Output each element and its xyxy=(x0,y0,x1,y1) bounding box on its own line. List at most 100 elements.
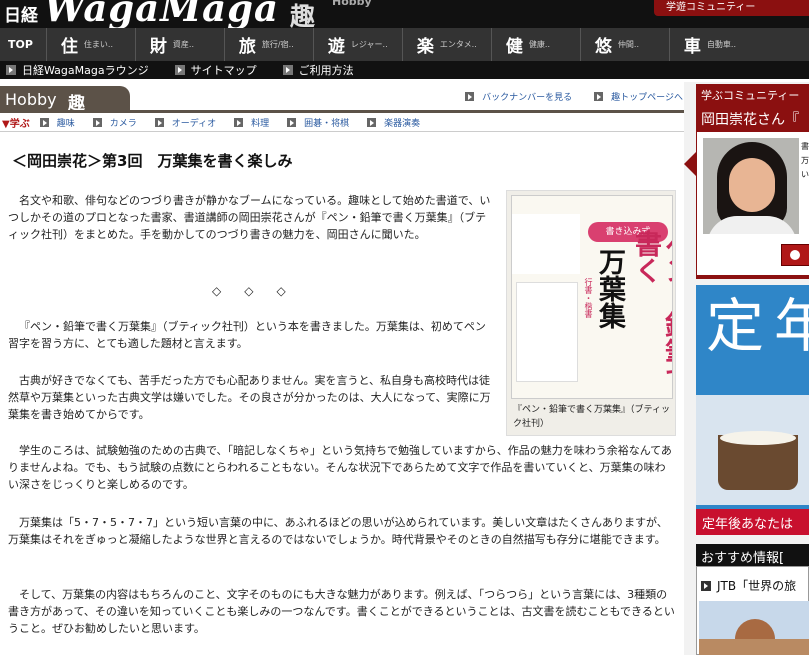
nav-item-car[interactable]: 車自動車.. xyxy=(668,28,758,61)
avatar[interactable] xyxy=(703,138,799,234)
category-camera[interactable]: カメラ xyxy=(92,116,137,129)
book-caption: 『ペン・鉛筆で書く万葉集』（ブティック社刊） xyxy=(513,405,670,429)
nav-item-entertainment[interactable]: 楽エンタメ.. xyxy=(401,28,491,61)
nav-item-money[interactable]: 財資産.. xyxy=(134,28,224,61)
link-label: バックナンバーを見る xyxy=(482,93,573,103)
arrow-bullet-icon xyxy=(701,580,711,591)
profile-go-button[interactable] xyxy=(781,244,809,266)
nav-kanji: 財 xyxy=(149,37,167,57)
recommend-image[interactable] xyxy=(699,601,809,655)
sub-link-usage[interactable]: ご利用方法 xyxy=(282,62,354,78)
nav-item-friends[interactable]: 悠仲間.. xyxy=(579,28,669,61)
logo-hobby: Hobby xyxy=(332,0,372,8)
sub-link-label: ご利用方法 xyxy=(298,64,354,77)
category-instrument[interactable]: 楽器演奏 xyxy=(367,116,420,129)
category-text: 楽器演奏 xyxy=(384,119,421,129)
arrow-bullet-icon xyxy=(234,118,244,127)
sub-link-label: 日経WagaMagaラウンジ xyxy=(22,64,149,77)
arrow-bullet-icon xyxy=(154,118,164,127)
arrow-bullet-icon xyxy=(282,65,293,75)
arrow-bullet-icon xyxy=(465,92,475,101)
category-text: 囲碁・将棋 xyxy=(304,119,350,129)
category-label: ▼学ぶ xyxy=(2,119,30,130)
nav-kanji: 楽 xyxy=(416,37,434,57)
sidebar-person-name[interactable]: 岡田崇花さん『 xyxy=(696,104,809,132)
sub-nav: 日経WagaMagaラウンジ サイトマップ ご利用方法 xyxy=(0,61,809,79)
nav-sub: 自動車.. xyxy=(706,40,737,49)
nav-item-travel[interactable]: 旅旅行/宿.. xyxy=(223,28,313,61)
nav-kanji: 遊 xyxy=(327,37,345,57)
category-text: オーディオ xyxy=(171,119,217,129)
top-header: 日経 WagaMaga 趣 Hobby 学遊コミュニティー xyxy=(0,0,809,28)
retirement-banner[interactable]: 定年 定年後あなたは xyxy=(696,285,809,535)
sub-link-lounge[interactable]: 日経WagaMagaラウンジ xyxy=(6,62,149,78)
category-text: 趣味 xyxy=(56,119,75,129)
recommend-link-label: JTB「世界の旅 xyxy=(717,579,797,593)
cover-title-main: 万葉集 xyxy=(594,248,625,329)
link-label: 趣トップページへ xyxy=(611,93,683,103)
nav-kanji: 住 xyxy=(60,37,78,57)
recommend-head: おすすめ情報[ xyxy=(696,544,809,566)
recommend-link[interactable]: JTB「世界の旅 xyxy=(701,577,796,594)
book-figure: 書き込み式 ペン・鉛筆で書く 万葉集 行書・楷書 『ペン・鉛筆で書く万葉集』（ブ… xyxy=(506,190,676,436)
nav-sub: 住まい.. xyxy=(83,40,114,49)
pointer-arrow-icon xyxy=(684,152,696,176)
logo-kanji: 趣 xyxy=(290,2,316,28)
nav-sub: レジャー.. xyxy=(350,40,388,49)
profile-text: 書万い xyxy=(801,142,809,179)
banner-headline: 定年 xyxy=(706,292,809,360)
sidebar-divider xyxy=(696,275,809,279)
category-hobby[interactable]: 趣味 xyxy=(39,116,75,129)
nav-kanji: 悠 xyxy=(594,37,612,57)
sidebar-profile-box: 書万い xyxy=(696,132,809,275)
category-bar: ▼学ぶ 趣味 カメラ オーディオ 料理 囲碁・将棋 楽器演奏 xyxy=(0,114,690,132)
community-tab[interactable]: 学遊コミュニティー xyxy=(654,0,809,16)
backnumber-link[interactable]: バックナンバーを見る xyxy=(465,90,572,103)
sub-link-label: サイトマップ xyxy=(190,64,257,77)
nav-sub: 健康.. xyxy=(528,40,551,49)
main-nav: TOP 住住まい.. 財資産.. 旅旅行/宿.. 遊レジャー.. 楽エンタメ..… xyxy=(0,28,809,61)
nav-top[interactable]: TOP xyxy=(0,38,46,51)
article: ＜岡田崇花＞第3回 万葉集を書く楽しみ 名文や和歌、俳句などのつづり書きが静かな… xyxy=(8,150,676,635)
article-paragraph: そして、万葉集の内容はもちろんのこと、文字そのものにも大きな魅力があります。例え… xyxy=(8,588,675,635)
category-audio[interactable]: オーディオ xyxy=(154,116,217,129)
logo-wagamaga[interactable]: WagaMaga xyxy=(44,0,279,28)
book-cover-image[interactable]: 書き込み式 ペン・鉛筆で書く 万葉集 行書・楷書 xyxy=(511,195,673,399)
hobby-top-link[interactable]: 趣トップページへ xyxy=(594,90,683,103)
article-paragraph: 古典が好きでなくても、苦手だった方でも心配ありません。実を言うと、私自身も高校時… xyxy=(8,374,491,421)
nav-sub: 仲間.. xyxy=(617,40,640,49)
arrow-bullet-icon xyxy=(594,92,604,101)
hobby-tab: Hobby 趣 xyxy=(0,86,130,114)
arrow-bullet-icon xyxy=(174,65,185,75)
hobby-divider xyxy=(0,110,690,113)
arrow-bullet-icon xyxy=(39,118,49,127)
nav-kanji: 旅 xyxy=(238,37,256,57)
article-paragraph: 『ペン・鉛筆で書く万葉集』（ブティック社刊）という本を書きました。万葉集は、初め… xyxy=(8,320,486,350)
category-cooking[interactable]: 料理 xyxy=(234,116,269,129)
recommend-box: JTB「世界の旅 xyxy=(696,566,809,655)
arrow-bullet-icon xyxy=(287,118,297,127)
article-paragraph: 名文や和歌、俳句などのつづり書きが静かなブームになっている。趣味として始めた書道… xyxy=(8,194,491,241)
section-separator: ◇◇◇ xyxy=(212,284,309,298)
hobby-links: バックナンバーを見る 趣トップページへ xyxy=(443,90,683,103)
cover-band xyxy=(512,214,580,274)
nav-kanji: 健 xyxy=(505,37,523,57)
article-paragraph: 学生のころは、試験勉強のための古典で、「暗記しなくちゃ」という気持ちで勉強してい… xyxy=(8,444,672,491)
category-go-shogi[interactable]: 囲碁・将棋 xyxy=(287,116,349,129)
arrow-bullet-icon xyxy=(6,65,16,75)
arrow-bullet-icon xyxy=(92,118,102,127)
sub-link-sitemap[interactable]: サイトマップ xyxy=(174,62,257,78)
nav-sub: 旅行/宿.. xyxy=(261,40,294,49)
nav-sub: 資産.. xyxy=(172,40,195,49)
hobby-label: Hobby xyxy=(5,90,57,109)
logo-nikkei[interactable]: 日経 xyxy=(4,1,38,26)
cover-title: ペン・鉛筆で書く xyxy=(630,230,672,392)
category-text: カメラ xyxy=(109,119,137,129)
nav-item-home[interactable]: 住住まい.. xyxy=(45,28,135,61)
article-title: ＜岡田崇花＞第3回 万葉集を書く楽しみ xyxy=(12,152,293,170)
category-text: 料理 xyxy=(251,119,270,129)
sidebar-community-head[interactable]: 学ぶコミュニティー xyxy=(696,84,809,104)
banner-caption: 定年後あなたは xyxy=(696,509,809,535)
nav-item-leisure[interactable]: 遊レジャー.. xyxy=(312,28,402,61)
nav-item-health[interactable]: 健健康.. xyxy=(490,28,580,61)
